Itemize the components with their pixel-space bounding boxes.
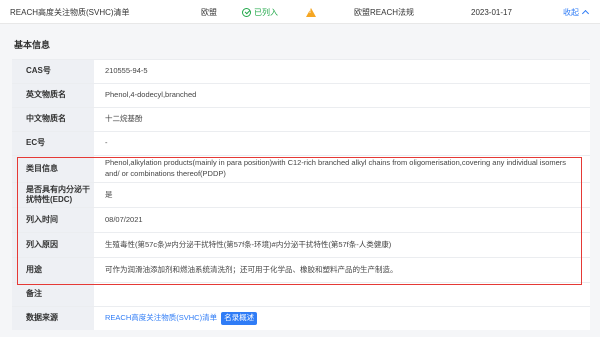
row-label: 是否具有内分泌干扰特性(EDC) bbox=[12, 183, 94, 207]
regulation-text: 欧盟REACH法规 bbox=[354, 7, 415, 17]
row-label: 数据来源 bbox=[12, 307, 94, 330]
row-value: 生殖毒性(第57c条)#内分泌干扰特性(第57f条-环境)#内分泌干扰特性(第5… bbox=[94, 233, 590, 257]
table-row: EC号 - bbox=[12, 131, 590, 155]
row-value: Phenol,alkylation products(mainly in par… bbox=[94, 156, 590, 182]
row-label: CAS号 bbox=[12, 60, 94, 83]
row-value: 十二烷基酚 bbox=[94, 108, 590, 131]
table-row: 数据来源 REACH高度关注物质(SVHC)清单 名录概述 bbox=[12, 306, 590, 330]
status-listed: 已列入 bbox=[242, 0, 278, 24]
table-row: 英文物质名 Phenol,4-dodecyl,branched bbox=[12, 83, 590, 107]
row-label: 英文物质名 bbox=[12, 84, 94, 107]
data-source-link[interactable]: REACH高度关注物质(SVHC)清单 bbox=[105, 313, 217, 324]
row-label: EC号 bbox=[12, 132, 94, 155]
table-row: 用途 可作为润滑油添加剂和燃油系统清洗剂；还可用于化学品、橡胶和塑料产品的生产制… bbox=[12, 257, 590, 282]
row-label: 备注 bbox=[12, 283, 94, 306]
row-label: 用途 bbox=[12, 258, 94, 282]
info-table: CAS号 210555-94-5 英文物质名 Phenol,4-dodecyl,… bbox=[12, 59, 590, 330]
table-row: 中文物质名 十二烷基酚 bbox=[12, 107, 590, 131]
collapse-button[interactable]: 收起 bbox=[563, 0, 590, 24]
row-value bbox=[94, 283, 590, 306]
row-value: 是 bbox=[94, 183, 590, 207]
row-label: 列入时间 bbox=[12, 208, 94, 232]
row-value: 08/07/2021 bbox=[94, 208, 590, 232]
row-label: 中文物质名 bbox=[12, 108, 94, 131]
list-row-header: REACH高度关注物质(SVHC)清单 欧盟 已列入 欧盟REACH法规 202… bbox=[0, 0, 600, 24]
row-label: 类目信息 bbox=[12, 156, 94, 182]
region-text: 欧盟 bbox=[201, 7, 217, 17]
section-title: 基本信息 bbox=[14, 40, 51, 50]
row-value: - bbox=[94, 132, 590, 155]
table-row: 列入时间 08/07/2021 bbox=[12, 207, 590, 232]
row-value: REACH高度关注物质(SVHC)清单 名录概述 bbox=[94, 307, 590, 330]
detail-panel: 基本信息 CAS号 210555-94-5 英文物质名 Phenol,4-dod… bbox=[0, 24, 600, 337]
table-row: CAS号 210555-94-5 bbox=[12, 59, 590, 83]
row-value: Phenol,4-dodecyl,branched bbox=[94, 84, 590, 107]
list-overview-button[interactable]: 名录概述 bbox=[221, 312, 258, 325]
list-name: REACH高度关注物质(SVHC)清单 bbox=[10, 7, 130, 17]
chevron-up-icon bbox=[581, 9, 590, 18]
row-value: 210555-94-5 bbox=[94, 60, 590, 83]
table-row: 列入原因 生殖毒性(第57c条)#内分泌干扰特性(第57f条-环境)#内分泌干扰… bbox=[12, 232, 590, 257]
row-value: 可作为润滑油添加剂和燃油系统清洗剂；还可用于化学品、橡胶和塑料产品的生产制造。 bbox=[94, 258, 590, 282]
table-row: 是否具有内分泌干扰特性(EDC) 是 bbox=[12, 182, 590, 207]
collapse-label: 收起 bbox=[563, 7, 579, 17]
table-row: 备注 bbox=[12, 282, 590, 306]
warning-icon bbox=[306, 0, 316, 24]
table-row: 类目信息 Phenol,alkylation products(mainly i… bbox=[12, 155, 590, 182]
check-circle-icon bbox=[242, 7, 251, 17]
status-text: 已列入 bbox=[254, 7, 278, 17]
date-text: 2023-01-17 bbox=[471, 7, 512, 17]
row-label: 列入原因 bbox=[12, 233, 94, 257]
